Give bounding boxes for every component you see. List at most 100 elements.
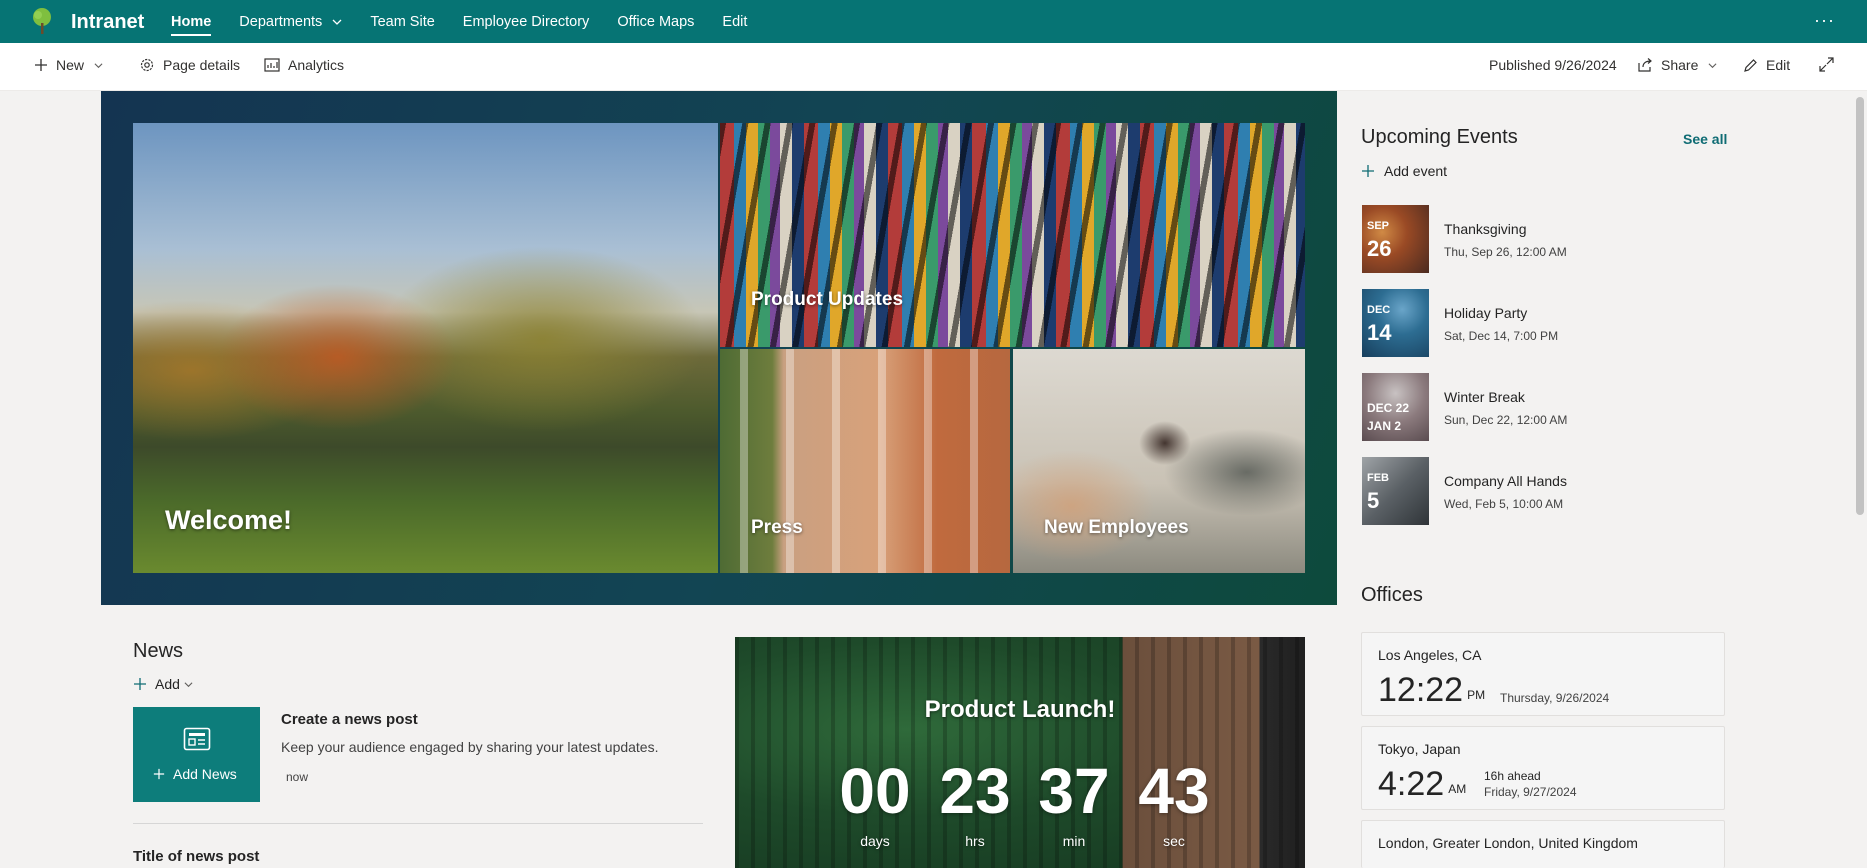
event-time: Sun, Dec 22, 12:00 AM — [1444, 413, 1568, 427]
event-day: 26 — [1367, 236, 1392, 261]
nav-office-maps-label: Office Maps — [617, 13, 695, 30]
event-time: Sat, Dec 14, 7:00 PM — [1444, 329, 1559, 343]
countdown-title: Product Launch! — [924, 696, 1116, 723]
event-day: 14 — [1367, 320, 1392, 345]
nav-edit[interactable]: Edit — [722, 0, 747, 43]
plus-icon — [1362, 165, 1374, 177]
add-news-card[interactable]: Add News — [133, 707, 260, 802]
plus-icon — [153, 768, 165, 780]
events-title: Upcoming Events — [1361, 126, 1518, 148]
expand-button[interactable] — [1819, 57, 1842, 72]
countdown-seconds-label: sec — [1163, 833, 1185, 849]
nav-employee-directory[interactable]: Employee Directory — [463, 0, 590, 43]
nav-home-label: Home — [171, 13, 212, 30]
chevron-down-icon — [332, 19, 342, 25]
add-event-button[interactable]: Add event — [1361, 163, 1447, 179]
share-label: Share — [1661, 57, 1699, 73]
nav-office-maps[interactable]: Office Maps — [617, 0, 694, 43]
office-city: Tokyo, Japan — [1378, 741, 1461, 757]
share-icon — [1638, 58, 1652, 72]
hero-tile-label: Welcome! — [165, 505, 293, 535]
countdown-timer: Product Launch! 00 23 37 43 days hrs min… — [735, 637, 1305, 868]
nav-team-site[interactable]: Team Site — [370, 0, 434, 43]
event-title: Holiday Party — [1444, 305, 1528, 321]
countdown-hours-label: hrs — [965, 833, 985, 849]
countdown-days: 00 — [839, 755, 911, 827]
expand-icon — [1819, 57, 1834, 72]
chevron-down-icon — [1708, 62, 1717, 68]
nav-departments[interactable]: Departments — [239, 0, 342, 43]
hero-tile-product-updates[interactable]: Product Updates — [720, 123, 1305, 347]
nav-departments-label: Departments — [239, 13, 323, 30]
event-item[interactable]: SEP 26 Thanksgiving Thu, Sep 26, 12:00 A… — [1362, 205, 1722, 273]
edit-button[interactable]: Edit — [1743, 57, 1790, 73]
page-details-button[interactable]: Page details — [139, 57, 240, 73]
event-date-thumb: SEP 26 — [1362, 205, 1429, 273]
site-title[interactable]: Intranet — [71, 11, 144, 34]
see-all-link[interactable]: See all — [1683, 131, 1727, 147]
office-ampm: AM — [1448, 782, 1467, 796]
add-news-label-wrap: Add News — [153, 766, 237, 782]
new-label: New — [56, 57, 85, 73]
event-time: Wed, Feb 5, 10:00 AM — [1444, 497, 1564, 511]
event-item[interactable]: DEC 14 Holiday Party Sat, Dec 14, 7:00 P… — [1362, 289, 1722, 357]
countdown-minutes-label: min — [1062, 833, 1086, 849]
gear-icon — [140, 58, 154, 72]
news-add-button[interactable]: Add — [133, 676, 201, 692]
page-details-label: Page details — [163, 57, 241, 73]
plus-icon — [35, 59, 47, 71]
office-time-value: 4:22 — [1378, 765, 1445, 803]
command-bar: New Page details Analytics Published 9/2… — [0, 43, 1867, 91]
nav-team-site-label: Team Site — [370, 13, 435, 30]
hero-tile-welcome[interactable]: Welcome! — [133, 123, 718, 573]
office-city: London, Greater London, United Kingdom — [1378, 835, 1638, 851]
office-time-offset: 16h ahead — [1484, 769, 1541, 783]
add-news-label: Add News — [173, 766, 237, 782]
chevron-down-icon — [94, 62, 103, 68]
office-clock-card: London, Greater London, United Kingdom — [1361, 820, 1725, 868]
countdown-minutes: 37 — [1038, 755, 1110, 827]
event-title: Winter Break — [1444, 389, 1525, 405]
event-item[interactable]: FEB 5 Company All Hands Wed, Feb 5, 10:0… — [1362, 457, 1722, 525]
published-label: Published 9/26/2024 — [1489, 57, 1617, 73]
analytics-label: Analytics — [288, 57, 345, 73]
ellipsis-icon[interactable]: ··· — [1814, 10, 1835, 31]
event-date-thumb: FEB 5 — [1362, 457, 1429, 525]
countdown-days-label: days — [860, 833, 890, 849]
office-clock-card: Tokyo, Japan 4:22 AM 16h ahead Friday, 9/… — [1361, 726, 1725, 810]
office-date: Friday, 9/27/2024 — [1484, 785, 1577, 799]
event-title: Thanksgiving — [1444, 221, 1527, 237]
event-date-thumb: DEC 22 JAN 2 — [1362, 373, 1429, 441]
analytics-button[interactable]: Analytics — [264, 57, 344, 73]
hero-tile-label: Product Updates — [751, 289, 904, 310]
top-navigation: Home Departments Team Site Employee Dire… — [171, 0, 775, 43]
hero-tile-label: New Employees — [1044, 517, 1189, 538]
nav-edit-label: Edit — [722, 13, 748, 30]
hero-tile-label: Press — [751, 517, 803, 538]
office-clock-card: Los Angeles, CA 12:22 PM Thursday, 9/26/2… — [1361, 632, 1725, 716]
hero-tile-press[interactable]: Press — [720, 349, 1010, 573]
event-range-start: DEC 22 — [1367, 401, 1410, 415]
new-button[interactable]: New — [34, 57, 103, 73]
nav-employee-directory-label: Employee Directory — [462, 13, 590, 30]
news-post-title[interactable]: Title of news post — [133, 848, 259, 865]
event-month: SEP — [1367, 220, 1390, 232]
share-button[interactable]: Share — [1637, 57, 1717, 73]
divider — [133, 823, 703, 824]
event-item[interactable]: DEC 22 JAN 2 Winter Break Sun, Dec 22, 1… — [1362, 373, 1722, 441]
office-ampm: PM — [1467, 688, 1486, 702]
event-day: 5 — [1367, 488, 1380, 513]
published-status: Published 9/26/2024 — [1489, 57, 1617, 73]
hero-tile-new-employees[interactable]: New Employees — [1013, 349, 1305, 573]
vertical-scrollbar[interactable] — [1853, 91, 1867, 868]
scrollbar-thumb[interactable] — [1856, 97, 1864, 515]
edit-label: Edit — [1766, 57, 1791, 73]
site-header: Intranet Home Departments Team Site Empl… — [0, 0, 1867, 43]
create-news-title[interactable]: Create a news post — [281, 711, 418, 728]
countdown-seconds: 43 — [1138, 755, 1210, 827]
tree-logo-icon[interactable] — [30, 8, 54, 34]
office-time-value: 12:22 — [1378, 671, 1464, 709]
nav-home[interactable]: Home — [171, 0, 212, 43]
event-range-end: JAN 2 — [1367, 419, 1402, 433]
office-time: 12:22 PM — [1378, 671, 1485, 710]
